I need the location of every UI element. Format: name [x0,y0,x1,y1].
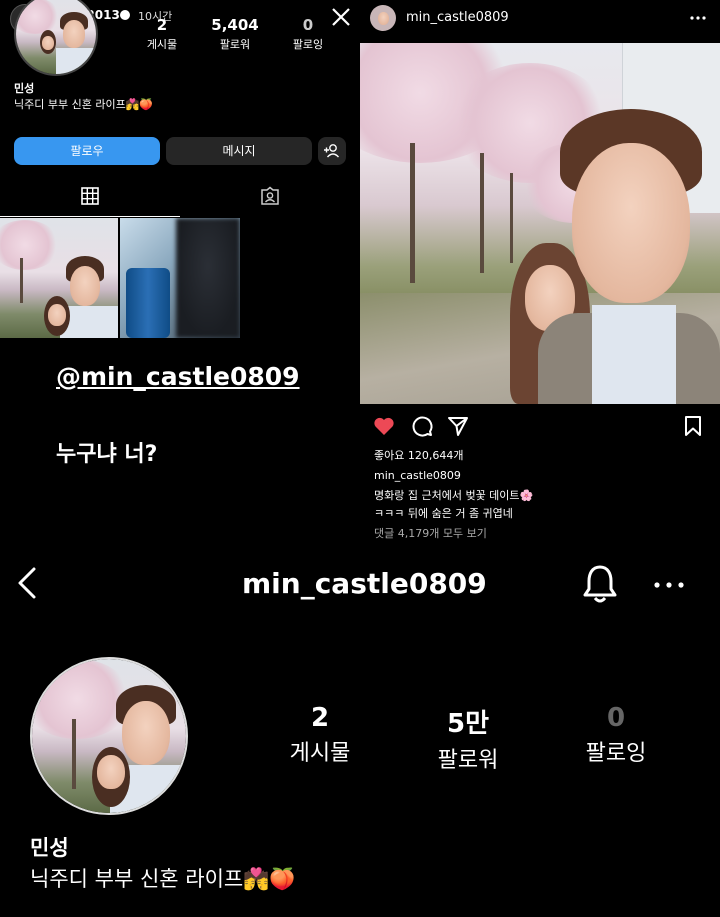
more-options-icon[interactable] [652,577,686,591]
add-user-button[interactable] [318,137,346,165]
stat-label: 팔로잉 [585,741,647,766]
stat-value: 0 [606,703,626,733]
tab-grid[interactable] [0,180,180,217]
stat-label: 팔로잉 [292,38,324,51]
grid-post-2[interactable] [120,218,240,338]
grid-icon [81,187,99,205]
follow-button[interactable]: 팔로우 [14,137,160,165]
stat-label: 게시물 [289,741,351,766]
post-avatar[interactable] [370,5,396,31]
back-icon[interactable] [12,565,42,601]
share-icon[interactable] [446,414,470,438]
story-panel: bn_sj2013 10시간 2 게시물 5,404 팔로워 0 팔로잉 민성 … [0,0,360,545]
stat-value: 5만 [446,709,489,739]
profile-panel: min_castle0809 2 게시물 5만 팔로워 0 팔로잉 민성 닉주디… [0,545,720,917]
profile-avatar[interactable] [14,0,98,76]
stat-followers[interactable]: 5만 팔로워 [418,703,518,774]
profile-avatar-large[interactable] [30,657,188,815]
like-icon[interactable] [372,414,396,438]
grid-post-1[interactable] [0,218,118,338]
notification-bell-icon[interactable] [580,563,620,605]
profile-name: 민성 [30,836,69,860]
stat-followers[interactable]: 5,404 팔로워 [210,16,260,52]
post-image[interactable] [360,43,720,404]
stat-value: 5,404 [211,16,259,34]
stat-label: 게시물 [146,38,178,51]
caption-line-2: ㅋㅋㅋ 뒤에 숨은 거 좀 귀엽네 [374,507,513,520]
stat-value: 0 [302,16,314,34]
likes-count[interactable]: 좋아요 120,644개 [374,447,463,463]
profile-bio: 닉주디 부부 신혼 라이프💏🍑 [30,867,296,891]
stat-following[interactable]: 0 팔로잉 [566,703,666,767]
post-username[interactable]: min_castle0809 [406,10,509,25]
post-panel: min_castle0809 좋아요 120,644개 min_castle08… [360,0,720,545]
stat-posts: 2 게시물 [270,703,370,767]
caption-line-1: 명화랑 집 근처에서 벚꽃 데이트🌸 [374,489,534,502]
stat-label: 팔로워 [437,748,499,773]
stat-label: 팔로워 [219,38,251,51]
tagged-icon [261,186,279,205]
stat-value: 2 [310,703,330,733]
story-question-text: 누구냐 너? [56,442,158,467]
stat-posts: 2 게시물 [140,16,184,52]
profile-bio: 닉주디 부부 신혼 라이프💏🍑 [14,98,154,111]
comment-icon[interactable] [410,414,434,438]
stat-value: 2 [156,16,168,34]
profile-header-username: min_castle0809 [242,567,487,600]
bookmark-icon[interactable] [682,414,704,438]
profile-name: 민성 [14,82,35,95]
stat-following[interactable]: 0 팔로잉 [286,16,330,52]
close-icon[interactable] [328,4,354,30]
tab-tagged[interactable] [180,180,360,216]
mention-sticker[interactable]: @min_castle0809 [56,362,300,391]
message-button[interactable]: 메시지 [166,137,312,165]
more-options-icon[interactable] [688,10,708,24]
view-comments-link[interactable]: 댓글 4,179개 모두 보기 [374,525,487,541]
add-user-icon [324,144,340,158]
caption-username[interactable]: min_castle0809 [374,469,461,482]
verified-icon [120,10,130,20]
